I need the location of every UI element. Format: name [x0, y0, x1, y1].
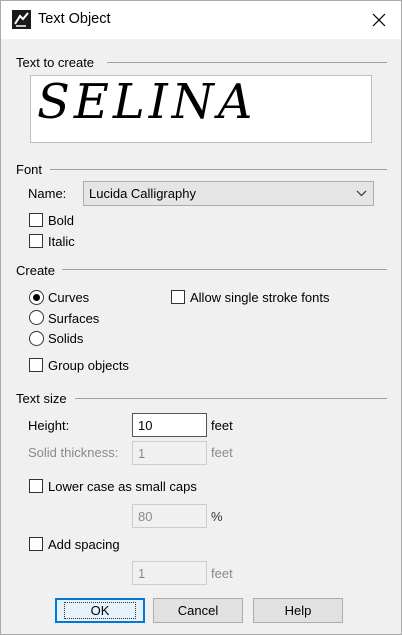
- solid-thickness-input[interactable]: 1: [132, 441, 207, 465]
- surfaces-radio-label: Surfaces: [48, 311, 100, 326]
- title-bar: Text Object: [1, 1, 401, 39]
- italic-checkbox[interactable]: [29, 234, 43, 248]
- ok-button[interactable]: OK: [55, 598, 145, 623]
- window-title: Text Object: [38, 11, 111, 27]
- solid-thickness-unit: feet: [211, 445, 233, 460]
- small-caps-checkbox[interactable]: [29, 479, 43, 493]
- chevron-down-icon: [356, 190, 367, 197]
- close-button[interactable]: [357, 1, 401, 39]
- solid-thickness-value: 1: [138, 446, 146, 461]
- close-icon: [372, 13, 386, 27]
- group-divider: [75, 398, 387, 399]
- height-value: 10: [138, 418, 153, 433]
- solid-thickness-label: Solid thickness:: [28, 445, 119, 460]
- app-icon: [12, 10, 31, 29]
- allow-single-stroke-checkbox[interactable]: [171, 290, 185, 304]
- ok-button-label: OK: [63, 602, 137, 619]
- italic-label: Italic: [48, 234, 75, 249]
- text-preview: SELINA: [37, 74, 257, 130]
- create-group-label: Create: [16, 263, 56, 278]
- cancel-button[interactable]: Cancel: [153, 598, 243, 623]
- cancel-button-label: Cancel: [177, 603, 219, 618]
- height-input[interactable]: 10: [132, 413, 207, 437]
- percent-unit: %: [211, 509, 223, 524]
- help-button[interactable]: Help: [253, 598, 343, 623]
- small-caps-percent-input[interactable]: 80: [132, 504, 207, 528]
- spacing-unit: feet: [211, 566, 233, 581]
- curves-radio-label: Curves: [48, 290, 90, 305]
- curves-radio[interactable]: [29, 290, 44, 305]
- spacing-value: 1: [138, 566, 146, 581]
- add-spacing-checkbox[interactable]: [29, 537, 43, 551]
- text-to-create-group-label: Text to create: [16, 55, 95, 70]
- group-divider: [62, 269, 387, 270]
- bold-label: Bold: [48, 213, 75, 228]
- group-divider: [107, 62, 387, 63]
- font-name-value: Lucida Calligraphy: [89, 186, 196, 201]
- solids-radio-label: Solids: [48, 331, 84, 346]
- text-size-group-label: Text size: [16, 391, 67, 406]
- small-caps-percent-value: 80: [138, 509, 153, 524]
- spacing-input[interactable]: 1: [132, 561, 207, 585]
- height-unit: feet: [211, 418, 233, 433]
- font-name-label: Name:: [28, 186, 67, 201]
- group-objects-checkbox[interactable]: [29, 358, 43, 372]
- text-preview-input[interactable]: SELINA: [30, 74, 372, 143]
- font-name-select[interactable]: Lucida Calligraphy: [83, 181, 374, 206]
- help-button-label: Help: [284, 603, 312, 618]
- add-spacing-label: Add spacing: [48, 537, 120, 552]
- height-label: Height:: [28, 418, 70, 433]
- group-divider: [50, 169, 387, 170]
- radio-selected-dot: [33, 294, 40, 301]
- small-caps-label: Lower case as small caps: [48, 479, 197, 494]
- bold-checkbox[interactable]: [29, 213, 43, 227]
- font-group-label: Font: [16, 162, 43, 177]
- group-objects-label: Group objects: [48, 358, 129, 373]
- allow-single-stroke-label: Allow single stroke fonts: [190, 290, 330, 305]
- solids-radio[interactable]: [29, 331, 44, 346]
- surfaces-radio[interactable]: [29, 310, 44, 325]
- text-object-dialog: Text Object Text to create SELINA Font N…: [0, 0, 402, 635]
